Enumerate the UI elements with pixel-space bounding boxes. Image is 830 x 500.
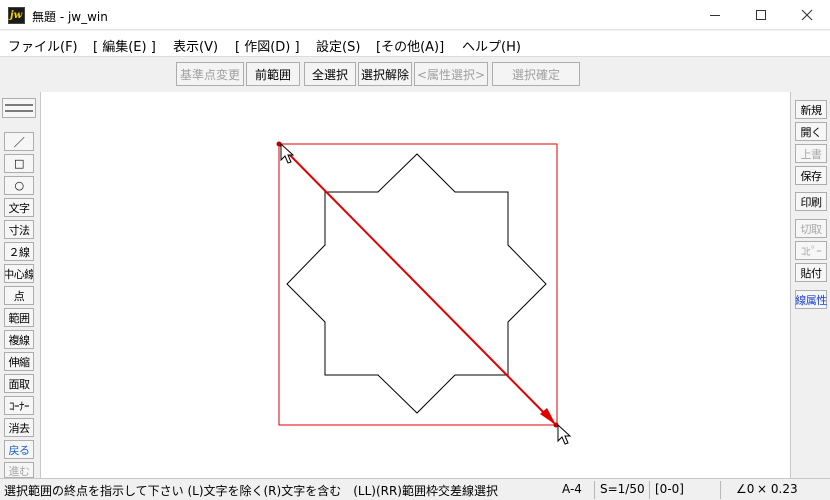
menu-bar: ファイル(F) [ 編集(E) ] 表示(V) [ 作図(D) ] 設定(S) … bbox=[0, 31, 830, 57]
tool-undo[interactable]: 戻る bbox=[4, 440, 34, 459]
tool-corner[interactable]: ｺｰﾅｰ bbox=[4, 396, 34, 415]
tool-line[interactable]: ／ bbox=[4, 132, 34, 151]
save-button[interactable]: 保存 bbox=[795, 166, 827, 185]
scale-indicator[interactable]: S=1/50 bbox=[600, 482, 645, 496]
command-toolbar: 基準点変更 前範囲 全選択 選択解除 <属性選択> 選択確定 bbox=[0, 58, 830, 92]
rectangle-tool-label: □ bbox=[14, 157, 24, 170]
base-point-change-button[interactable]: 基準点変更 bbox=[176, 62, 244, 86]
menu-help[interactable]: ヘルプ(H) bbox=[462, 36, 521, 55]
overwrite-label: 上書 bbox=[800, 147, 823, 161]
menu-other[interactable]: [その他(A)] bbox=[376, 36, 444, 55]
left-tool-palette: ／ □ ○ 文字 寸法 ２線 中心線 点 範囲 複線 伸縮 面取 ｺｰﾅｰ 消去… bbox=[0, 92, 38, 478]
app-icon-text: jw bbox=[10, 10, 23, 21]
status-divider bbox=[720, 481, 721, 499]
start-cursor-icon bbox=[280, 142, 295, 164]
status-divider bbox=[594, 481, 595, 499]
title-bar: jw 無題 - jw_win bbox=[0, 0, 830, 30]
paste-button[interactable]: 貼付 bbox=[795, 263, 827, 282]
minimize-button[interactable] bbox=[692, 0, 738, 30]
zoom-indicator[interactable]: × 0.23 bbox=[757, 482, 798, 496]
select-all-button[interactable]: 全選択 bbox=[304, 62, 356, 86]
tool-dimension[interactable]: 寸法 bbox=[4, 220, 34, 239]
corner-tool-label: ｺｰﾅｰ bbox=[9, 399, 30, 413]
status-message: 選択範囲の終点を指示して下さい (L)文字を除く(R)文字を含む (LL)(RR… bbox=[4, 484, 498, 498]
center-line-tool-label: 中心線 bbox=[4, 267, 34, 281]
tool-text[interactable]: 文字 bbox=[4, 198, 34, 217]
tool-redo[interactable]: 進む bbox=[4, 462, 34, 478]
attribute-select-button[interactable]: <属性選択> bbox=[414, 62, 488, 86]
cut-button[interactable]: 切取 bbox=[795, 219, 827, 238]
chamfer-tool-label: 面取 bbox=[8, 377, 31, 391]
tool-point[interactable]: 点 bbox=[4, 286, 34, 305]
redo-tool-label: 進む bbox=[8, 465, 31, 478]
range-tool-label: 範囲 bbox=[8, 311, 31, 325]
menu-edit[interactable]: [ 編集(E) ] bbox=[93, 36, 156, 55]
tool-rectangle[interactable]: □ bbox=[4, 154, 34, 173]
status-bar: 選択範囲の終点を指示して下さい (L)文字を除く(R)文字を含む (LL)(RR… bbox=[0, 478, 830, 500]
save-label: 保存 bbox=[800, 169, 823, 183]
point-tool-label: 点 bbox=[13, 289, 25, 303]
erase-tool-label: 消去 bbox=[8, 421, 31, 435]
open-file-button[interactable]: 開く bbox=[795, 122, 827, 141]
close-button[interactable] bbox=[784, 0, 830, 30]
undo-tool-label: 戻る bbox=[8, 443, 31, 457]
close-icon bbox=[801, 9, 813, 21]
tool-erase[interactable]: 消去 bbox=[4, 418, 34, 437]
tool-range[interactable]: 範囲 bbox=[4, 308, 34, 327]
tool-chamfer[interactable]: 面取 bbox=[4, 374, 34, 393]
confirm-selection-button[interactable]: 選択確定 bbox=[492, 62, 580, 86]
copy-label: ｺﾋﾟｰ bbox=[800, 244, 822, 258]
overwrite-button[interactable]: 上書 bbox=[795, 144, 827, 163]
circle-tool-label: ○ bbox=[14, 179, 24, 192]
menu-view[interactable]: 表示(V) bbox=[173, 36, 218, 55]
minimize-icon bbox=[710, 15, 720, 16]
deselect-button[interactable]: 選択解除 bbox=[358, 62, 412, 86]
tool-circle[interactable]: ○ bbox=[4, 176, 34, 195]
window-title: 無題 - jw_win bbox=[32, 10, 108, 24]
menu-settings[interactable]: 設定(S) bbox=[316, 36, 360, 55]
maximize-button[interactable] bbox=[738, 0, 784, 30]
stretch-tool-label: 伸縮 bbox=[8, 355, 31, 369]
line-attribute-label: 線属性 bbox=[795, 293, 827, 307]
text-tool-label: 文字 bbox=[8, 201, 31, 215]
new-file-label: 新規 bbox=[800, 103, 823, 117]
tool-copy-line[interactable]: 複線 bbox=[4, 330, 34, 349]
app-icon[interactable]: jw bbox=[8, 7, 25, 24]
right-tool-palette: 新規 開く 上書 保存 印刷 切取 ｺﾋﾟｰ 貼付 線属性 bbox=[792, 92, 830, 478]
copy-button[interactable]: ｺﾋﾟｰ bbox=[795, 241, 827, 260]
angle-indicator[interactable]: ∠0 bbox=[736, 482, 754, 496]
print-label: 印刷 bbox=[800, 195, 823, 209]
drawing-canvas[interactable] bbox=[40, 92, 791, 478]
new-file-button[interactable]: 新規 bbox=[795, 100, 827, 119]
maximize-icon bbox=[756, 10, 766, 20]
tool-stretch[interactable]: 伸縮 bbox=[4, 352, 34, 371]
tool-center-line[interactable]: 中心線 bbox=[4, 264, 34, 283]
cut-label: 切取 bbox=[800, 222, 823, 236]
line-tool-label: ／ bbox=[13, 135, 25, 149]
line-attribute-button[interactable]: 線属性 bbox=[795, 290, 827, 309]
previous-range-button[interactable]: 前範囲 bbox=[246, 62, 300, 86]
copy-line-tool-label: 複線 bbox=[8, 333, 31, 347]
line-type-icon bbox=[5, 104, 33, 112]
status-divider bbox=[649, 481, 650, 499]
paper-size[interactable]: A-4 bbox=[562, 482, 582, 496]
menu-file[interactable]: ファイル(F) bbox=[8, 36, 78, 55]
double-line-tool-label: ２線 bbox=[8, 245, 31, 259]
selection-diagonal bbox=[278, 143, 555, 424]
mouse-cursor-icon bbox=[557, 423, 572, 445]
line-type-selector[interactable] bbox=[2, 98, 36, 118]
print-button[interactable]: 印刷 bbox=[795, 192, 827, 211]
dimension-tool-label: 寸法 bbox=[8, 223, 31, 237]
paste-label: 貼付 bbox=[800, 266, 823, 280]
layer-indicator[interactable]: [0-0] bbox=[655, 482, 684, 496]
tool-double-line[interactable]: ２線 bbox=[4, 242, 34, 261]
open-file-label: 開く bbox=[800, 125, 823, 139]
menu-draw[interactable]: [ 作図(D) ] bbox=[235, 36, 300, 55]
